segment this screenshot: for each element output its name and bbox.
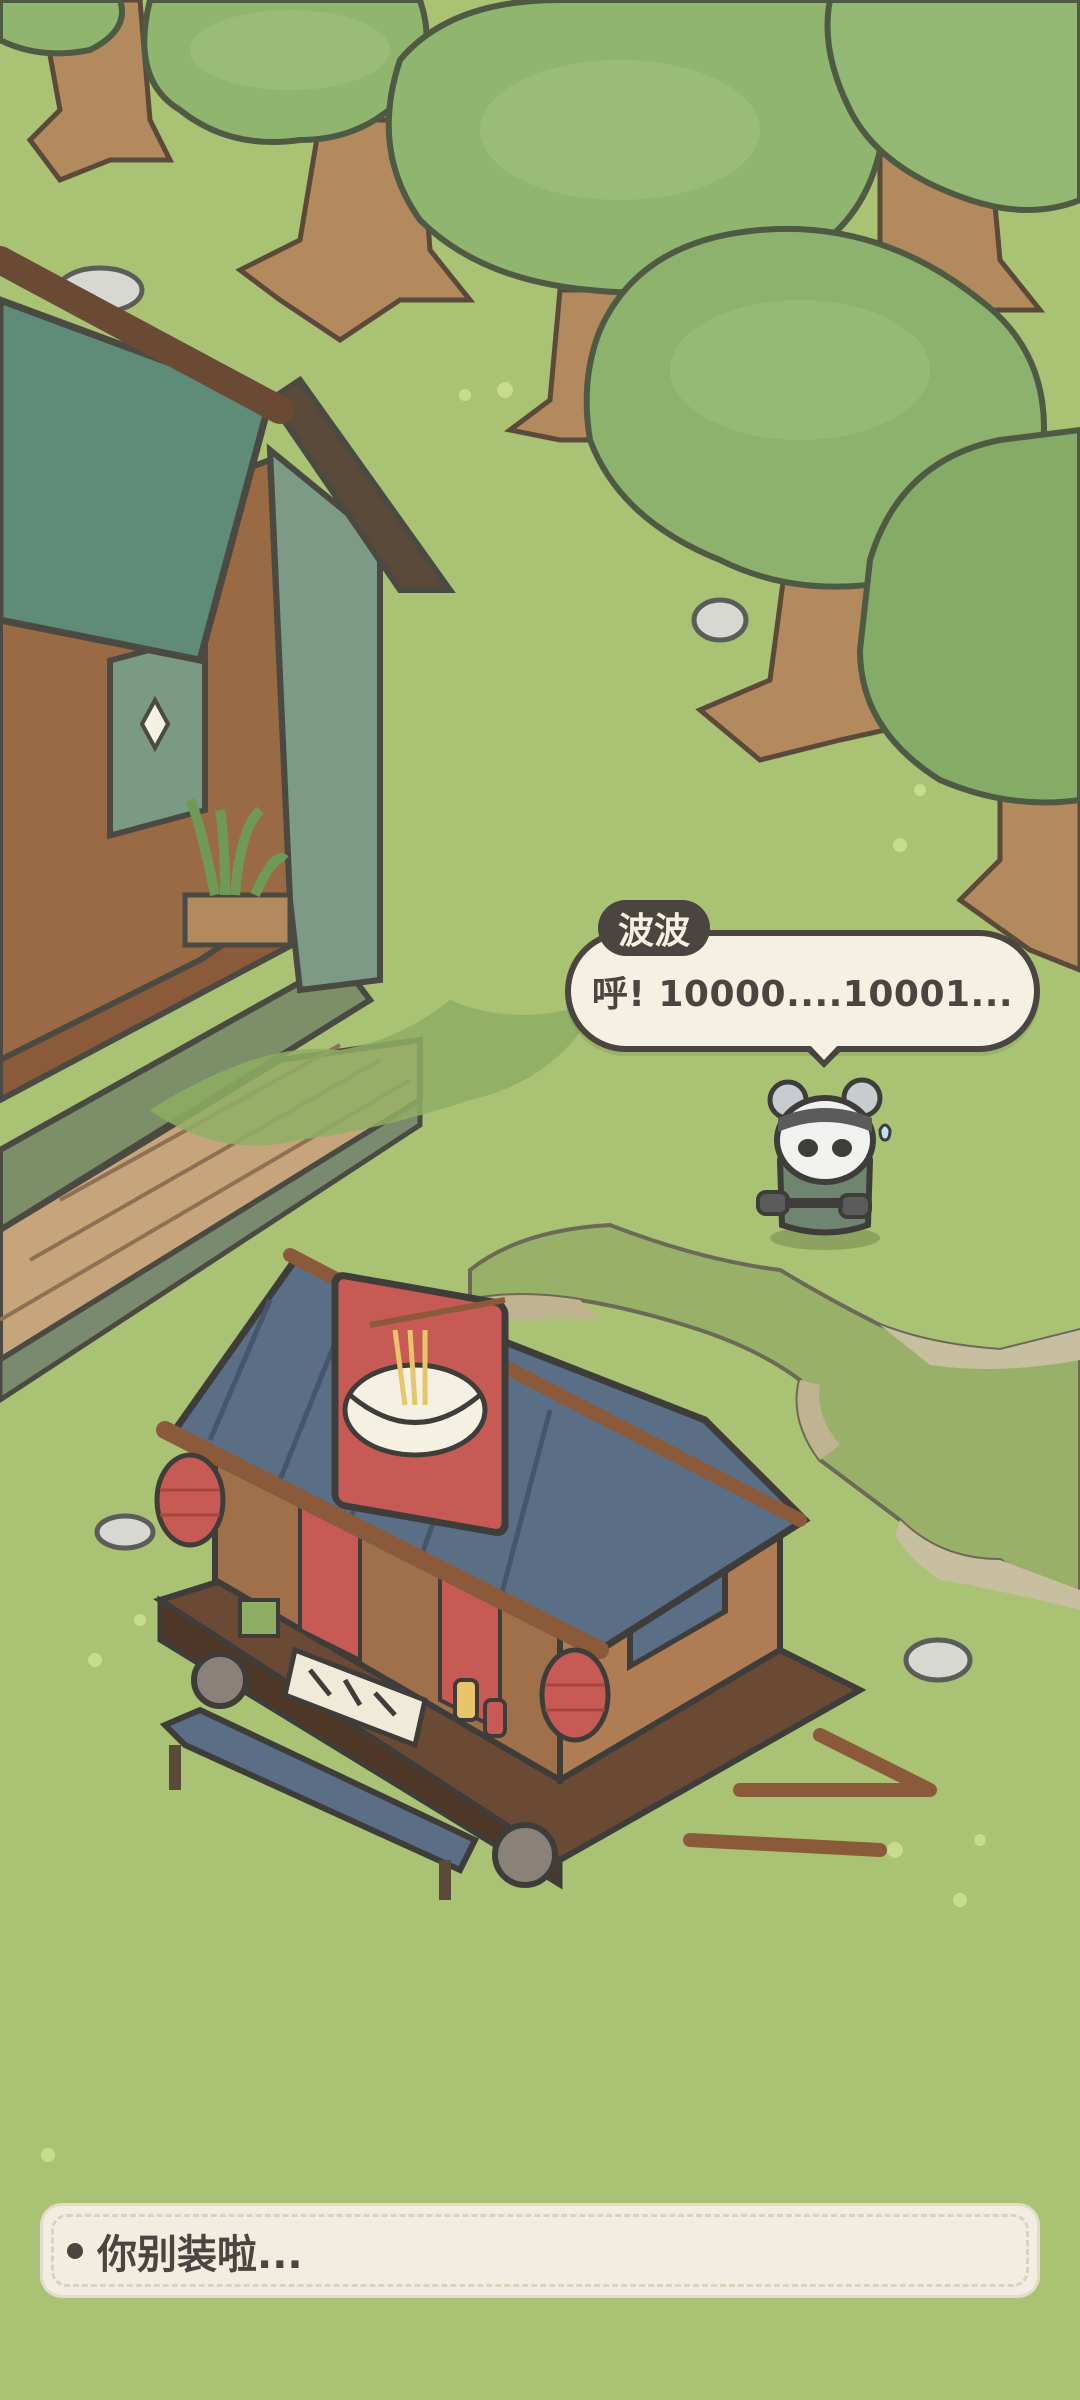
dialog-box[interactable]: 你别装啦...: [40, 2203, 1040, 2298]
panda-eye-patch: [798, 1139, 818, 1157]
bullet-icon: [67, 2242, 83, 2259]
canopy-highlight: [480, 60, 760, 200]
paper-lantern: [154, 1452, 226, 1548]
canopy-highlight: [190, 10, 390, 90]
rock: [903, 1637, 973, 1683]
rock: [94, 1513, 156, 1551]
tree-canopy: [0, 0, 125, 57]
rock: [691, 597, 749, 643]
speech-bubble-tail-inner: [808, 1043, 840, 1060]
sweat-drop-icon: [878, 1123, 892, 1142]
canopy-highlight: [670, 300, 930, 440]
cart-wheel: [191, 1651, 249, 1709]
game-scene[interactable]: [0, 0, 1080, 2400]
speech-text: 呼! 10000....10001...: [591, 974, 1014, 1015]
ramen-sign: [331, 1272, 509, 1536]
speaker-name-tag: 波波: [598, 900, 711, 956]
panda-eye-patch: [832, 1139, 852, 1157]
paper-lantern: [539, 1647, 611, 1743]
cart-wheel: [492, 1822, 558, 1888]
dialog-text: 你别装啦...: [97, 2231, 303, 2278]
